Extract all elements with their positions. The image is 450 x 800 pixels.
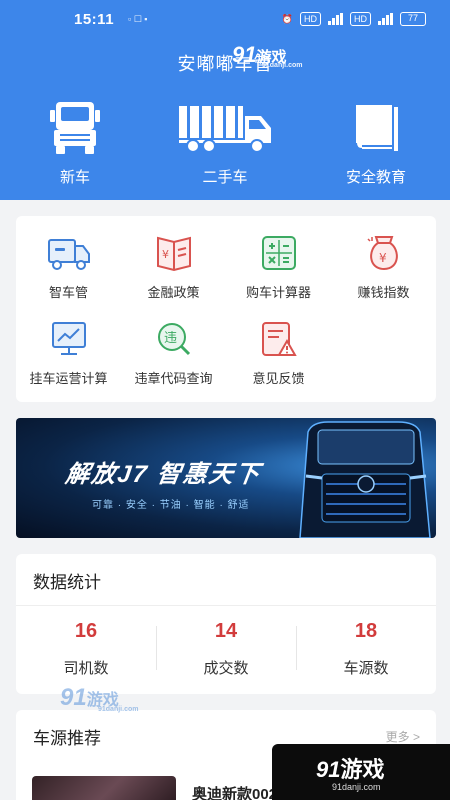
feature-smart-fleet[interactable]: 智车管 bbox=[16, 230, 121, 301]
stat-drivers-value: 16 bbox=[74, 620, 98, 642]
recommend-title: 车源推荐 bbox=[33, 729, 101, 748]
signal-4g-icon bbox=[328, 13, 343, 25]
feature-violation-lookup-label: 违章代码查询 bbox=[134, 371, 213, 386]
hd-icon: HD bbox=[300, 12, 321, 26]
status-icons: ⏰ HD HD 77 bbox=[282, 12, 426, 26]
nav-new-car-label: 新车 bbox=[59, 169, 90, 186]
feature-finance-policy-label: 金融政策 bbox=[147, 285, 200, 300]
stats-card: 数据统计 16 司机数 14 成交数 18 车源数 bbox=[16, 554, 436, 694]
signal-5g-icon bbox=[378, 13, 393, 25]
calculator-icon bbox=[226, 230, 331, 276]
svg-text:¥: ¥ bbox=[162, 248, 169, 261]
stat-vehicles[interactable]: 18 车源数 bbox=[296, 620, 436, 678]
app-header: 15:11 ▫ ☐ ▪ ⏰ HD HD 77 安嘟嘟车管 91游戏 91danji… bbox=[0, 0, 450, 200]
feature-feedback-label: 意见反馈 bbox=[252, 371, 305, 386]
page-title: 安嘟嘟车管 bbox=[177, 54, 273, 74]
nav-new-car[interactable]: 新车 bbox=[15, 100, 135, 187]
truck-icon bbox=[16, 230, 121, 276]
finance-book-icon: ¥ bbox=[121, 230, 226, 276]
cargo-truck-icon bbox=[165, 100, 285, 156]
feature-car-calculator[interactable]: 购车计算器 bbox=[226, 230, 331, 301]
feature-earning-index[interactable]: ¥ 赚钱指数 bbox=[331, 230, 436, 301]
feature-feedback[interactable]: 意见反馈 bbox=[226, 316, 331, 387]
feedback-icon bbox=[226, 316, 331, 362]
banner-slogan: 解放J7 智惠天下 bbox=[63, 461, 263, 488]
vehicle-thumbnail[interactable] bbox=[32, 776, 176, 800]
battery-icon: 77 bbox=[400, 12, 426, 26]
stat-vehicles-value: 18 bbox=[354, 620, 378, 642]
stats-divider bbox=[16, 605, 436, 606]
stats-title: 数据统计 bbox=[33, 573, 101, 592]
money-bag-icon: ¥ bbox=[331, 230, 436, 276]
stat-vehicles-label: 车源数 bbox=[343, 660, 389, 677]
alarm-icon: ⏰ bbox=[281, 13, 293, 24]
stat-deals-value: 14 bbox=[214, 620, 238, 642]
stat-deals[interactable]: 14 成交数 bbox=[156, 620, 296, 678]
feature-car-calculator-label: 购车计算器 bbox=[245, 285, 311, 300]
hd-icon-2: HD bbox=[350, 12, 371, 26]
nav-safety-education[interactable]: 安全教育 bbox=[316, 100, 436, 187]
feature-trailer-calculation[interactable]: 挂车运营计算 bbox=[16, 316, 121, 387]
promo-banner[interactable]: 解放J7 智惠天下 可靠 · 安全 · 节油 · 智能 · 舒适 bbox=[16, 418, 436, 538]
feature-earning-index-label: 赚钱指数 bbox=[357, 285, 410, 300]
feature-violation-lookup[interactable]: 违 违章代码查询 bbox=[121, 316, 226, 387]
violation-search-icon: 违 bbox=[121, 316, 226, 362]
stat-drivers-label: 司机数 bbox=[63, 660, 109, 677]
nav-used-car[interactable]: 二手车 bbox=[165, 100, 285, 187]
stat-deals-label: 成交数 bbox=[203, 660, 249, 677]
feature-smart-fleet-label: 智车管 bbox=[48, 285, 88, 300]
svg-text:违: 违 bbox=[164, 331, 177, 346]
top-nav: 新车 二手车 安全教育 bbox=[0, 100, 450, 190]
truck-front-icon bbox=[15, 100, 135, 156]
more-link[interactable]: 更多 > bbox=[386, 728, 420, 745]
status-bar: 15:11 ▫ ☐ ▪ ⏰ HD HD 77 bbox=[0, 0, 450, 38]
stat-drivers[interactable]: 16 司机数 bbox=[16, 620, 156, 678]
feature-grid: 智车管 ¥ 金融政策 购车计算器 ¥ 赚钱指数 挂车运营计算 违 违章代码查询 … bbox=[16, 216, 436, 402]
notification-icon: ▫ ☐ ▪ bbox=[128, 13, 148, 24]
feature-finance-policy[interactable]: ¥ 金融政策 bbox=[121, 230, 226, 301]
vehicle-name[interactable]: 奥迪新款002 bbox=[192, 783, 277, 800]
banner-truck-image bbox=[299, 421, 431, 538]
svg-text:¥: ¥ bbox=[379, 251, 387, 265]
watermark-corner: 91游戏 91danji.com bbox=[272, 744, 450, 800]
status-time: 15:11 bbox=[74, 10, 115, 28]
nav-used-car-label: 二手车 bbox=[202, 169, 248, 186]
watermark-middle: 91游戏 91danji.com bbox=[60, 684, 139, 713]
nav-safety-education-label: 安全教育 bbox=[345, 169, 406, 186]
feature-trailer-calculation-label: 挂车运营计算 bbox=[29, 371, 108, 386]
chart-monitor-icon bbox=[16, 316, 121, 362]
book-icon bbox=[316, 100, 436, 156]
watermark-top: 91游戏 91danji.com bbox=[232, 42, 303, 69]
banner-tagline: 可靠 · 安全 · 节油 · 智能 · 舒适 bbox=[92, 500, 250, 511]
